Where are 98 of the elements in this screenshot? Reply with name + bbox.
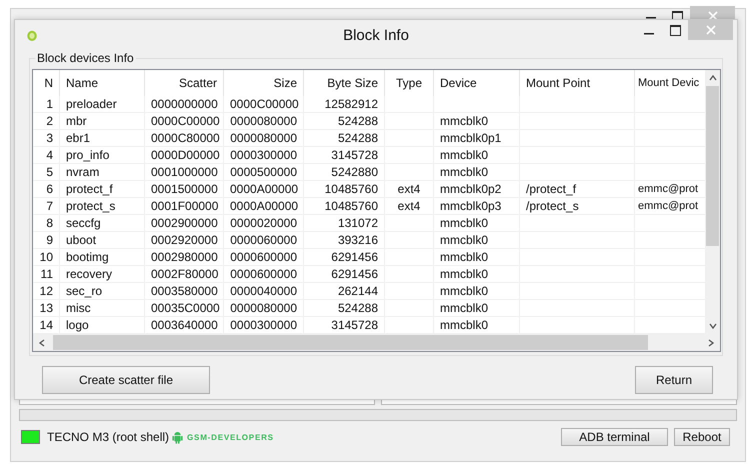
table-cell: mmcblk0 bbox=[434, 215, 520, 232]
table-cell: pro_info bbox=[60, 147, 145, 164]
table-cell: 524288 bbox=[304, 300, 385, 317]
table-cell: mmcblk0p1 bbox=[434, 130, 520, 147]
table-cell: 3 bbox=[33, 130, 60, 147]
table-cell: 5242880 bbox=[304, 164, 385, 181]
table-cell: /protect_f bbox=[520, 181, 635, 198]
reboot-button[interactable]: Reboot bbox=[674, 428, 730, 446]
table-cell: mmcblk0 bbox=[434, 300, 520, 317]
table-cell: 0000C80000 bbox=[145, 130, 224, 147]
table-cell: 9 bbox=[33, 232, 60, 249]
column-header[interactable]: Scatter bbox=[145, 70, 224, 96]
adb-terminal-button[interactable]: ADB terminal bbox=[561, 428, 668, 446]
table-cell: 0000500000 bbox=[224, 164, 304, 181]
table-cell: mmcblk0 bbox=[434, 113, 520, 130]
table-cell: 0000C00000 bbox=[224, 96, 304, 113]
table-cell: uboot bbox=[60, 232, 145, 249]
table-cell: 0001500000 bbox=[145, 181, 224, 198]
table-cell: 0000D00000 bbox=[145, 147, 224, 164]
table-cell: 131072 bbox=[304, 215, 385, 232]
table-cell: mmcblk0 bbox=[434, 283, 520, 300]
table-cell: 4 bbox=[33, 147, 60, 164]
table-cell: 393216 bbox=[304, 232, 385, 249]
table-cell: 6 bbox=[33, 181, 60, 198]
table-cell: 0000600000 bbox=[224, 249, 304, 266]
table-cell: mmcblk0p2 bbox=[434, 181, 520, 198]
table-cell: 10485760 bbox=[304, 181, 385, 198]
table-cell: protect_s bbox=[60, 198, 145, 215]
table-cell: 3145728 bbox=[304, 147, 385, 164]
table-cell: 0002900000 bbox=[145, 215, 224, 232]
table-cell: 0000080000 bbox=[224, 130, 304, 147]
column-header[interactable]: Type bbox=[385, 70, 434, 96]
table-cell: 12 bbox=[33, 283, 60, 300]
column-header[interactable]: Size bbox=[224, 70, 304, 96]
table-cell: mmcblk0 bbox=[434, 164, 520, 181]
column-header[interactable]: Mount Point bbox=[520, 70, 635, 96]
table-cell: 0002920000 bbox=[145, 232, 224, 249]
table-cell: sec_ro bbox=[60, 283, 145, 300]
group-title: Block devices Info bbox=[35, 51, 136, 65]
table-cell: mmcblk0 bbox=[434, 249, 520, 266]
table-cell: 12582912 bbox=[304, 96, 385, 113]
table-cell: misc bbox=[60, 300, 145, 317]
column-header[interactable]: N bbox=[33, 70, 60, 96]
table-cell: 0000A00000 bbox=[224, 198, 304, 215]
table-cell: 0000000000 bbox=[145, 96, 224, 113]
table-cell: 13 bbox=[33, 300, 60, 317]
table-cell: 0000040000 bbox=[224, 283, 304, 300]
column-header[interactable]: Device bbox=[434, 70, 520, 96]
table-cell: 0000080000 bbox=[224, 300, 304, 317]
table-cell: 0000080000 bbox=[224, 113, 304, 130]
table-cell: ext4 bbox=[385, 181, 434, 198]
table-cell: /protect_s bbox=[520, 198, 635, 215]
table-cell: mmcblk0 bbox=[434, 232, 520, 249]
table-cell: 1 bbox=[33, 96, 60, 113]
table-cell: 0000A00000 bbox=[224, 181, 304, 198]
table-cell: 0000060000 bbox=[224, 232, 304, 249]
table-cell: seccfg bbox=[60, 215, 145, 232]
table-cell: 0000C00000 bbox=[145, 113, 224, 130]
table-cell: 5 bbox=[33, 164, 60, 181]
table-cell: 0002F80000 bbox=[145, 266, 224, 283]
table-cell: 0000600000 bbox=[224, 266, 304, 283]
table-cell: 2 bbox=[33, 113, 60, 130]
table-cell: mmcblk0 bbox=[434, 147, 520, 164]
table-cell: 0000020000 bbox=[224, 215, 304, 232]
logo-text: GSM-DEVELOPERS bbox=[187, 432, 274, 442]
table-cell: ext4 bbox=[385, 198, 434, 215]
table-cell: 524288 bbox=[304, 113, 385, 130]
table-cell: 8 bbox=[33, 215, 60, 232]
window-title: Block Info bbox=[342, 26, 410, 44]
table-cell: nvram bbox=[60, 164, 145, 181]
table-cell: 7 bbox=[33, 198, 60, 215]
table-cell: 6291456 bbox=[304, 249, 385, 266]
column-header[interactable]: Byte Size bbox=[304, 70, 385, 96]
table-cell: mmcblk0 bbox=[434, 266, 520, 283]
table-cell: 0001000000 bbox=[145, 164, 224, 181]
table-cell: mbr bbox=[60, 113, 145, 130]
table-cell: 524288 bbox=[304, 130, 385, 147]
table-cell: 0003580000 bbox=[145, 283, 224, 300]
table-cell: 10 bbox=[33, 249, 60, 266]
table-cell: 11 bbox=[33, 266, 60, 283]
table-cell: 00035C0000 bbox=[145, 300, 224, 317]
table-cell: ebr1 bbox=[60, 130, 145, 147]
table-cell: protect_f bbox=[60, 181, 145, 198]
table-cell: 10485760 bbox=[304, 198, 385, 215]
table-cell: 6291456 bbox=[304, 266, 385, 283]
table-cell: 262144 bbox=[304, 283, 385, 300]
column-header[interactable]: Mount Devic bbox=[635, 70, 705, 96]
table-cell: 0002980000 bbox=[145, 249, 224, 266]
table-cell: mmcblk0p3 bbox=[434, 198, 520, 215]
table-cell: bootimg bbox=[60, 249, 145, 266]
table-cell: recovery bbox=[60, 266, 145, 283]
device-status: TECNO M3 (root shell) bbox=[47, 430, 170, 444]
table-cell: preloader bbox=[60, 96, 145, 113]
table-cell: 0000300000 bbox=[224, 147, 304, 164]
table-cell: 0001F00000 bbox=[145, 198, 224, 215]
create-scatter-file-button[interactable]: Create scatter file bbox=[42, 366, 210, 394]
return-button[interactable]: Return bbox=[635, 366, 713, 394]
column-header[interactable]: Name bbox=[60, 70, 145, 96]
